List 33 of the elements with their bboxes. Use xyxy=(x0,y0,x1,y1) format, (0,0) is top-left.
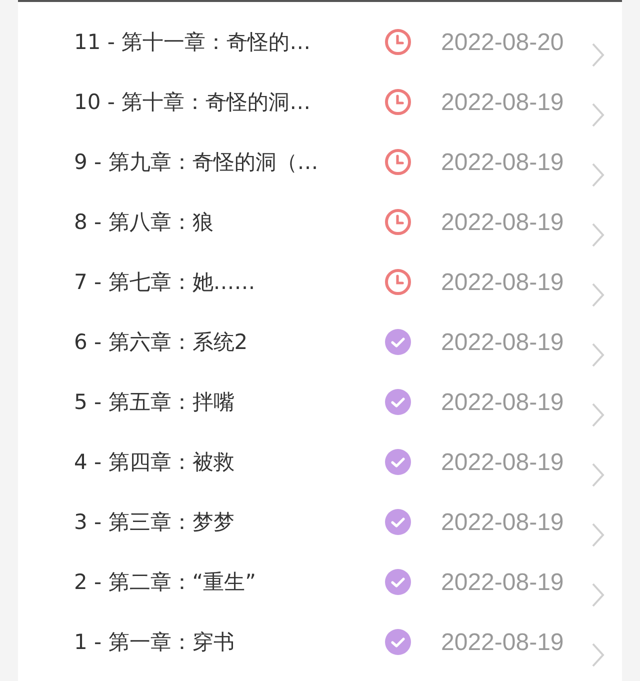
chevron-icon[interactable] xyxy=(591,282,605,308)
chevron-icon[interactable] xyxy=(591,522,605,548)
chapter-title: 9 - 第九章：奇怪的洞（… xyxy=(74,149,320,176)
chapter-date: 2022-08-19 xyxy=(441,628,565,656)
chapter-title: 4 - 第四章：被救 xyxy=(74,449,236,476)
chevron-icon[interactable] xyxy=(591,42,605,68)
chapter-date: 2022-08-19 xyxy=(441,148,565,176)
chapter-title: 8 - 第八章：狼 xyxy=(74,209,214,236)
chevron-icon[interactable] xyxy=(591,162,605,188)
chevron-icon[interactable] xyxy=(591,582,605,608)
chapter-date: 2022-08-19 xyxy=(441,208,565,236)
chapter-date: 2022-08-19 xyxy=(441,388,565,416)
chapter-title: 2 - 第二章：“重生” xyxy=(74,569,258,596)
chevron-icon[interactable] xyxy=(591,102,605,128)
chevron-icon[interactable] xyxy=(591,222,605,248)
chapter-date: 2022-08-19 xyxy=(441,88,565,116)
chapter-title: 11 - 第十一章：奇怪的… xyxy=(74,29,312,56)
chevron-icon[interactable] xyxy=(591,402,605,428)
chapter-title: 1 - 第一章：穿书 xyxy=(74,629,236,656)
chapter-date: 2022-08-19 xyxy=(441,328,565,356)
chapter-date: 2022-08-19 xyxy=(441,448,565,476)
chevron-icon[interactable] xyxy=(591,642,605,668)
chapter-date: 2022-08-19 xyxy=(441,268,565,296)
chevron-icon[interactable] xyxy=(591,462,605,488)
chapter-title: 7 - 第七章：她…… xyxy=(74,269,256,296)
chapter-title: 3 - 第三章：梦梦 xyxy=(74,509,236,536)
chapter-title: 5 - 第五章：拌嘴 xyxy=(74,389,236,416)
chapter-date: 2022-08-20 xyxy=(441,28,565,56)
chapter-title: 10 - 第十章：奇怪的洞… xyxy=(74,89,312,116)
chapter-date: 2022-08-19 xyxy=(441,508,565,536)
chevron-icon[interactable] xyxy=(591,342,605,368)
chapter-date: 2022-08-19 xyxy=(441,568,565,596)
chapter-title: 6 - 第六章：系统2 xyxy=(74,329,249,356)
